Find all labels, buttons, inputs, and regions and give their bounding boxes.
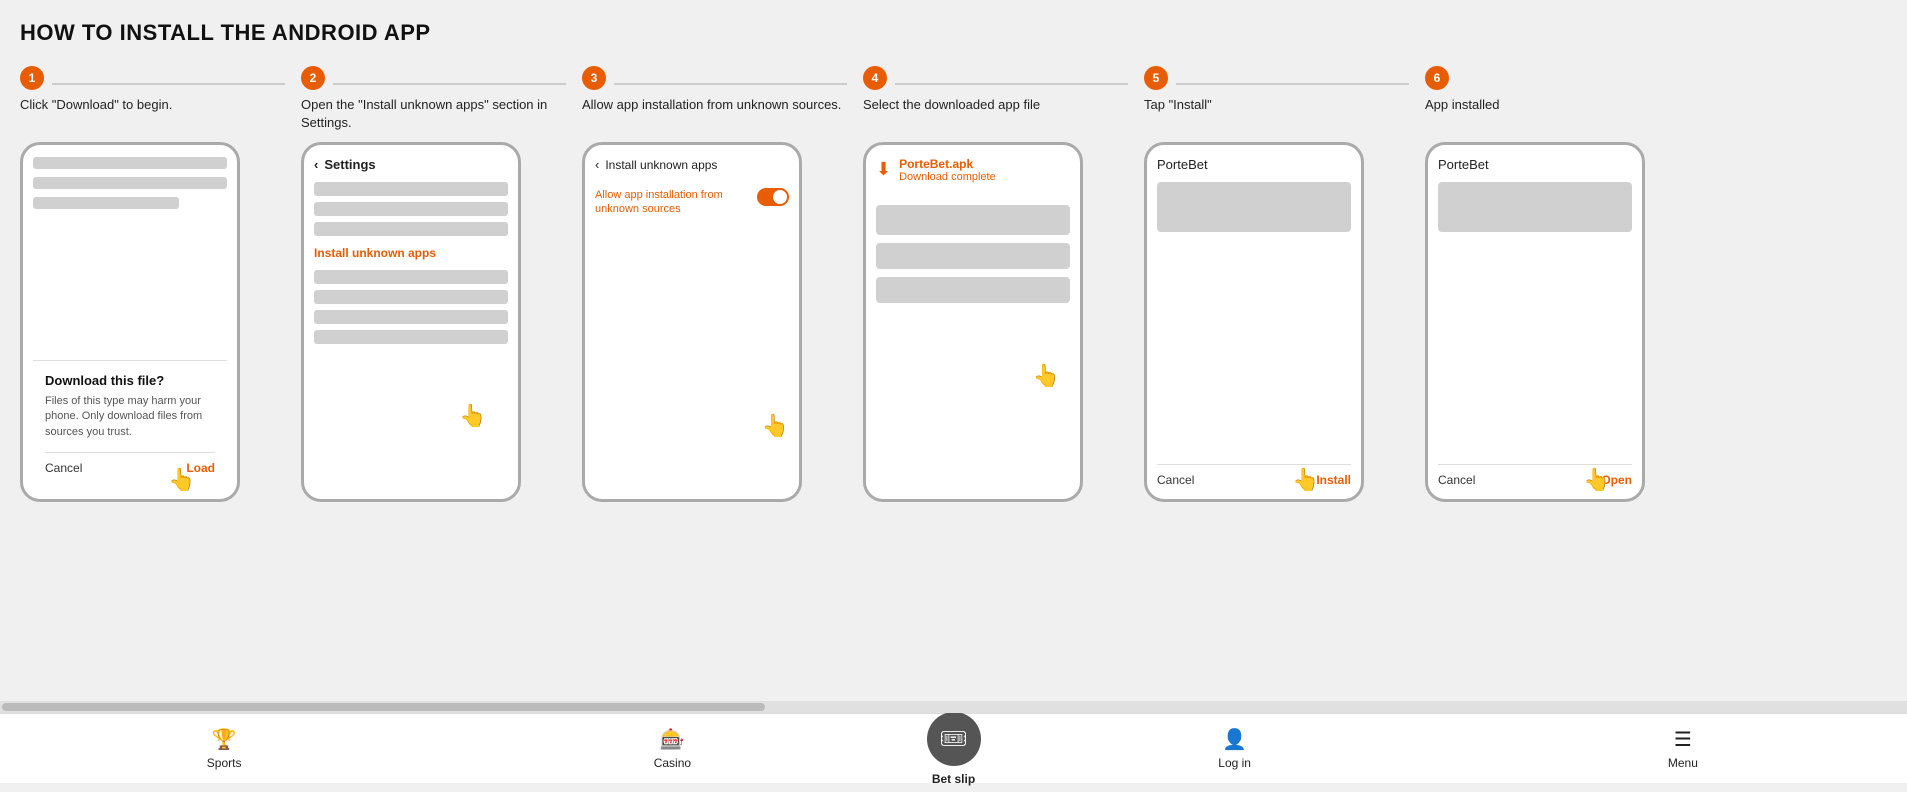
step-line-4 [895, 83, 1128, 85]
menu-label: Menu [1668, 756, 1698, 770]
step-line-1 [52, 83, 285, 85]
file-bar [876, 205, 1070, 235]
step-description-4: Select the downloaded app file [863, 96, 1128, 132]
install-unknown-link[interactable]: Install unknown apps [314, 246, 508, 260]
phone-mockup-1: Download this file? Files of this type m… [20, 142, 240, 502]
file-bars [876, 205, 1070, 303]
finger-cursor-3: 👆 [762, 413, 789, 439]
step-line-5 [1176, 83, 1409, 85]
toggle-switch[interactable] [757, 188, 789, 206]
login-label: Log in [1218, 756, 1251, 770]
settings-row [314, 270, 508, 284]
steps-container: 1 Click "Download" to begin. Download th… [20, 66, 1690, 502]
download-status: Download complete [899, 171, 996, 183]
step-number-3: 3 [582, 66, 606, 90]
step-1: 1 Click "Download" to begin. Download th… [20, 66, 285, 502]
bottom-nav: 🏆 Sports 🎰 Casino 🎟 Bet slip 👤 Log in ☰ … [0, 713, 1907, 783]
step-5: 5 Tap "Install" PorteBet Cancel Install … [1144, 66, 1409, 502]
step-line-3 [614, 83, 847, 85]
login-icon: 👤 [1222, 727, 1247, 752]
settings-row [314, 290, 508, 304]
settings-row [314, 182, 508, 196]
cancel-button-6[interactable]: Cancel [1438, 473, 1475, 487]
phone-mockup-6: PorteBet Cancel Open 👆 [1425, 142, 1645, 502]
step-number-6: 6 [1425, 66, 1449, 90]
settings-row [314, 222, 508, 236]
casino-label: Casino [654, 756, 691, 770]
casino-icon: 🎰 [660, 727, 685, 752]
settings-row [314, 330, 508, 344]
nav-bet-slip[interactable]: 🎟 Bet slip [897, 706, 1011, 792]
app-name-6: PorteBet [1438, 157, 1632, 172]
install-bar-6 [1438, 182, 1632, 232]
phone-mockup-2: ‹ Settings Install unknown apps 👆 [301, 142, 521, 502]
sports-icon: 🏆 [212, 727, 237, 752]
step-line-2 [333, 83, 566, 85]
settings-row [314, 310, 508, 324]
bet-slip-button[interactable]: 🎟 [927, 712, 981, 766]
phone-bar [33, 177, 227, 189]
step-number-4: 4 [863, 66, 887, 90]
download-dialog: Download this file? Files of this type m… [33, 360, 227, 487]
install-button[interactable]: Install [1316, 473, 1351, 487]
phone-mockup-3: ‹ Install unknown apps Allow app install… [582, 142, 802, 502]
nav-login[interactable]: 👤 Log in [1011, 721, 1459, 776]
finger-cursor-2: 👆 [459, 403, 486, 429]
settings-header: ‹ Settings [314, 157, 508, 172]
settings-rows-2 [314, 270, 508, 344]
step-description-3: Allow app installation from unknown sour… [582, 96, 847, 132]
sports-label: Sports [207, 756, 242, 770]
step-description-5: Tap "Install" [1144, 96, 1409, 132]
nav-menu[interactable]: ☰ Menu [1459, 721, 1907, 776]
settings-row [314, 202, 508, 216]
page-title: HOW TO INSTALL THE ANDROID APP [20, 20, 1887, 46]
unknown-apps-header: ‹ Install unknown apps [595, 157, 789, 172]
install-bar [1157, 182, 1351, 232]
download-dialog-title: Download this file? [45, 373, 215, 388]
step-description-2: Open the "Install unknown apps" section … [301, 96, 566, 132]
step-6: 6 App installed PorteBet Cancel Open 👆 [1425, 66, 1690, 502]
app-name-5: PorteBet [1157, 157, 1351, 172]
download-dialog-text: Files of this type may harm your phone. … [45, 394, 215, 440]
allow-text: Allow app installation from unknown sour… [595, 188, 725, 217]
step-4: 4 Select the downloaded app file ⬇ Porte… [863, 66, 1128, 502]
nav-casino[interactable]: 🎰 Casino [448, 721, 896, 776]
menu-icon: ☰ [1674, 727, 1692, 752]
download-complete-row: ⬇ PorteBet.apk Download complete [876, 157, 1070, 183]
settings-rows [314, 182, 508, 236]
scrollbar-thumb [2, 703, 765, 711]
step-description-6: App installed [1425, 96, 1690, 132]
finger-cursor-4: 👆 [1033, 363, 1060, 389]
cancel-button-1[interactable]: Cancel [45, 461, 82, 475]
file-name: PorteBet.apk [899, 157, 996, 171]
finger-cursor-6: 👆 [1583, 467, 1610, 493]
phone-bar [33, 157, 227, 169]
nav-sports[interactable]: 🏆 Sports [0, 721, 448, 776]
bet-slip-icon: 🎟 [940, 726, 968, 752]
step-number-5: 5 [1144, 66, 1168, 90]
step-number-1: 1 [20, 66, 44, 90]
allow-row: Allow app installation from unknown sour… [595, 188, 789, 217]
download-complete-icon: ⬇ [876, 159, 891, 180]
step-3: 3 Allow app installation from unknown so… [582, 66, 847, 502]
step-2: 2 Open the "Install unknown apps" sectio… [301, 66, 566, 502]
phone-mockup-5: PorteBet Cancel Install 👆 [1144, 142, 1364, 502]
phone-bar [33, 197, 179, 209]
file-bar [876, 277, 1070, 303]
finger-cursor-5: 👆 [1292, 467, 1319, 493]
phone-mockup-4: ⬇ PorteBet.apk Download complete 👆 [863, 142, 1083, 502]
bet-slip-label: Bet slip [932, 772, 975, 786]
scrollbar[interactable] [0, 701, 1907, 713]
step-description-1: Click "Download" to begin. [20, 96, 285, 132]
install-buttons: Cancel Install [1157, 464, 1351, 487]
cancel-button-5[interactable]: Cancel [1157, 473, 1194, 487]
main-content: HOW TO INSTALL THE ANDROID APP 1 Click "… [0, 0, 1907, 701]
file-bar [876, 243, 1070, 269]
step-number-2: 2 [301, 66, 325, 90]
finger-cursor-1: 👆 [168, 467, 195, 493]
